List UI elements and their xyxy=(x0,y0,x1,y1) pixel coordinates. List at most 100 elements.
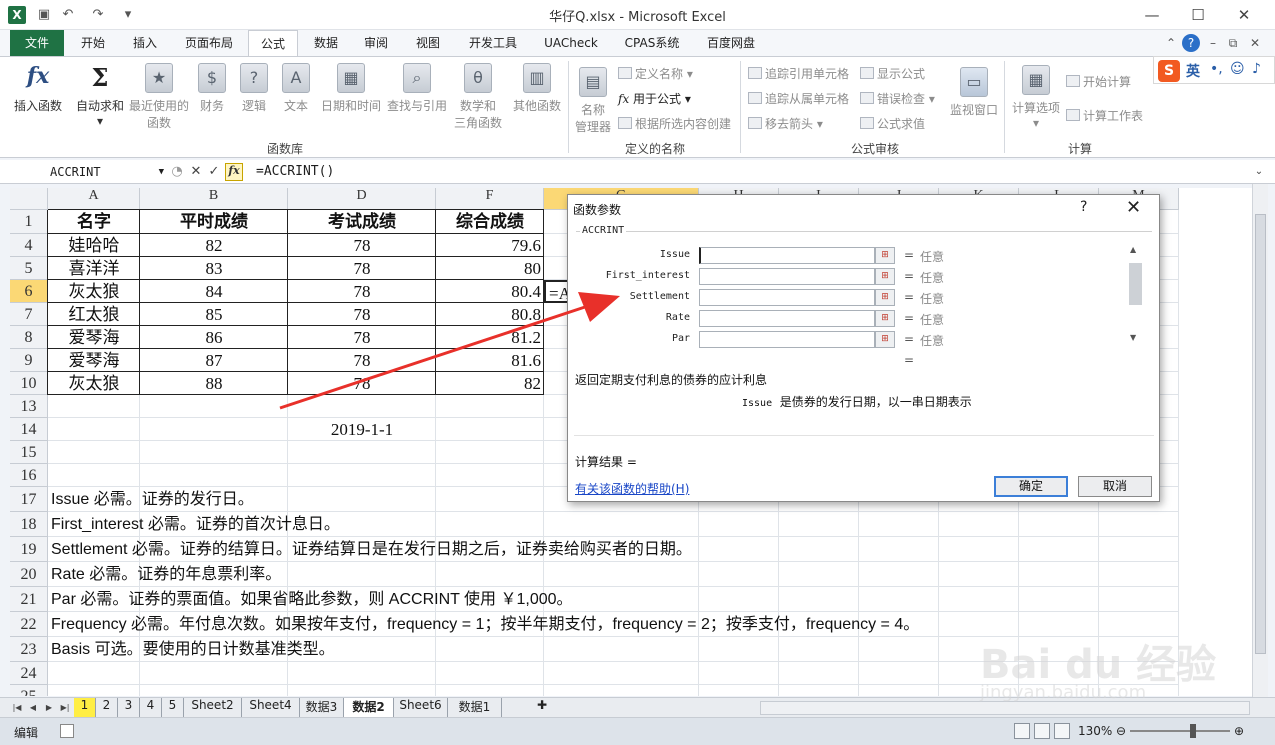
sheet-tab[interactable]: 数据3 xyxy=(300,698,344,717)
collapse-dialog-icon[interactable]: ⊞ xyxy=(875,268,895,285)
table-cell[interactable]: 爱琴海 xyxy=(48,326,140,349)
last-sheet-icon[interactable]: ▶| xyxy=(58,700,72,716)
workbook-minimize-icon[interactable]: – xyxy=(1204,34,1222,52)
page-layout-view-icon[interactable] xyxy=(1034,723,1050,739)
tab-uacheck[interactable]: UACheck xyxy=(536,30,606,56)
table-cell[interactable]: 80.8 xyxy=(436,303,544,326)
zoom-in-icon[interactable]: ⊕ xyxy=(1234,724,1244,738)
ok-button[interactable]: 确定 xyxy=(994,476,1068,497)
arg-input-issue[interactable] xyxy=(699,247,875,264)
table-cell[interactable]: 85 xyxy=(140,303,288,326)
table-cell[interactable]: 78 xyxy=(288,280,436,303)
table-cell[interactable]: 喜洋洋 xyxy=(48,257,140,280)
name-box-dropdown-icon[interactable]: ▼ xyxy=(159,162,164,182)
row-header[interactable]: 17 xyxy=(10,487,48,512)
table-cell[interactable]: 78 xyxy=(288,372,436,395)
column-header[interactable]: A xyxy=(48,188,140,210)
vertical-scroll-thumb[interactable] xyxy=(1255,214,1266,654)
sheet-tab[interactable]: 5 xyxy=(162,698,184,717)
row-header[interactable]: 13 xyxy=(10,395,48,418)
scroll-up-icon[interactable]: ▲ xyxy=(1130,245,1136,254)
row-header[interactable]: 14 xyxy=(10,418,48,441)
row-header[interactable]: 7 xyxy=(10,303,48,326)
use-in-formula-button[interactable]: fx 用于公式 ▾ xyxy=(618,90,691,107)
voice-icon[interactable]: ♪ xyxy=(1252,61,1261,77)
arguments-scroll-thumb[interactable] xyxy=(1129,263,1142,305)
sheet-tab[interactable]: 4 xyxy=(140,698,162,717)
table-cell[interactable]: 81.2 xyxy=(436,326,544,349)
table-cell[interactable]: 83 xyxy=(140,257,288,280)
table-cell[interactable]: 82 xyxy=(140,234,288,257)
row-header[interactable]: 18 xyxy=(10,512,48,537)
error-checking-button[interactable]: 错误检查 ▾ xyxy=(860,90,935,107)
collapse-dialog-icon[interactable]: ⊞ xyxy=(875,289,895,306)
page-break-view-icon[interactable] xyxy=(1054,723,1070,739)
zoom-slider-knob[interactable] xyxy=(1190,724,1196,738)
row-header[interactable]: 25 xyxy=(10,685,48,696)
row-header[interactable]: 1 xyxy=(10,210,48,234)
note-cell[interactable]: Basis 可选。要使用的日计数基准类型。 xyxy=(48,637,335,662)
row-header[interactable]: 20 xyxy=(10,562,48,587)
cancel-icon[interactable]: ✕ xyxy=(187,163,205,181)
table-cell[interactable]: 88 xyxy=(140,372,288,395)
tab-review[interactable]: 审阅 xyxy=(354,30,398,56)
lookup-reference-button[interactable]: ⌕ 查找与引用 xyxy=(384,63,450,114)
new-sheet-icon[interactable]: ✚ xyxy=(532,698,552,717)
row-header[interactable]: 16 xyxy=(10,464,48,487)
tab-page-layout[interactable]: 页面布局 xyxy=(176,30,242,56)
table-cell[interactable]: 82 xyxy=(436,372,544,395)
trace-dependents-button[interactable]: 追踪从属单元格 xyxy=(748,90,849,107)
table-cell[interactable]: 名字 xyxy=(48,210,140,234)
column-header[interactable]: B xyxy=(140,188,288,210)
name-manager-button[interactable]: ▤ 名称 管理器 xyxy=(572,67,614,135)
show-formulas-button[interactable]: 显示公式 xyxy=(860,65,925,82)
column-header[interactable]: D xyxy=(288,188,436,210)
ribbon-collapse-icon[interactable]: ⌃ xyxy=(1162,34,1180,52)
row-header[interactable]: 9 xyxy=(10,349,48,372)
sheet-tab[interactable]: 数据1 xyxy=(448,698,502,717)
arguments-scrollbar[interactable]: ▲ ▼ xyxy=(1128,245,1142,345)
define-name-button[interactable]: 定义名称 ▾ xyxy=(618,65,693,82)
sheet-tab[interactable]: 数据2 xyxy=(344,698,394,717)
row-header[interactable]: 24 xyxy=(10,662,48,685)
row-header[interactable]: 23 xyxy=(10,637,48,662)
row-header[interactable]: 22 xyxy=(10,612,48,637)
note-cell[interactable]: Rate 必需。证券的年息票利率。 xyxy=(48,562,281,587)
collapse-dialog-icon[interactable]: ⊞ xyxy=(875,247,895,264)
row-header[interactable]: 15 xyxy=(10,441,48,464)
workbook-close-icon[interactable]: ✕ xyxy=(1246,34,1264,52)
cancel-button[interactable]: 取消 xyxy=(1078,476,1152,497)
dialog-close-button[interactable]: ✕ xyxy=(1126,197,1141,218)
collapse-dialog-icon[interactable]: ⊞ xyxy=(875,310,895,327)
table-cell[interactable]: 爱琴海 xyxy=(48,349,140,372)
calculate-now-button[interactable]: 开始计算 xyxy=(1066,73,1131,90)
table-cell[interactable]: 79.6 xyxy=(436,234,544,257)
next-sheet-icon[interactable]: ▶ xyxy=(42,700,56,716)
arg-input-rate[interactable] xyxy=(699,310,875,327)
sheet-tab[interactable]: Sheet2 xyxy=(184,698,242,717)
evaluate-formula-button[interactable]: 公式求值 xyxy=(860,115,925,132)
arg-input-first-interest[interactable] xyxy=(699,268,875,285)
note-cell[interactable]: First_interest 必需。证券的首次计息日。 xyxy=(48,512,340,537)
arg-input-par[interactable] xyxy=(699,331,875,348)
name-box[interactable]: ACCRINT ▼ xyxy=(10,162,166,182)
row-header[interactable]: 19 xyxy=(10,537,48,562)
column-header[interactable]: F xyxy=(436,188,544,210)
note-cell[interactable]: Issue 必需。证券的发行日。 xyxy=(48,487,254,512)
tab-insert[interactable]: 插入 xyxy=(122,30,168,56)
sogou-logo-icon[interactable]: S xyxy=(1158,60,1180,82)
sheet-tab[interactable]: Sheet4 xyxy=(242,698,300,717)
expand-formula-bar-icon[interactable]: ⌄ xyxy=(1250,163,1268,181)
macro-record-icon[interactable] xyxy=(60,724,74,738)
table-cell[interactable]: 80 xyxy=(436,257,544,280)
minimize-button[interactable]: — xyxy=(1130,2,1174,28)
watch-window-button[interactable]: ▭ 监视窗口 xyxy=(946,67,1002,118)
horizontal-scrollbar[interactable] xyxy=(760,701,1250,715)
create-from-selection-button[interactable]: 根据所选内容创建 xyxy=(618,115,731,132)
table-cell[interactable]: 84 xyxy=(140,280,288,303)
tab-file[interactable]: 文件 xyxy=(10,30,64,56)
table-cell[interactable]: 78 xyxy=(288,349,436,372)
prev-sheet-icon[interactable]: ◀ xyxy=(26,700,40,716)
function-help-link[interactable]: 有关该函数的帮助(H) xyxy=(575,480,689,497)
dialog-help-icon[interactable]: ? xyxy=(1080,199,1087,215)
